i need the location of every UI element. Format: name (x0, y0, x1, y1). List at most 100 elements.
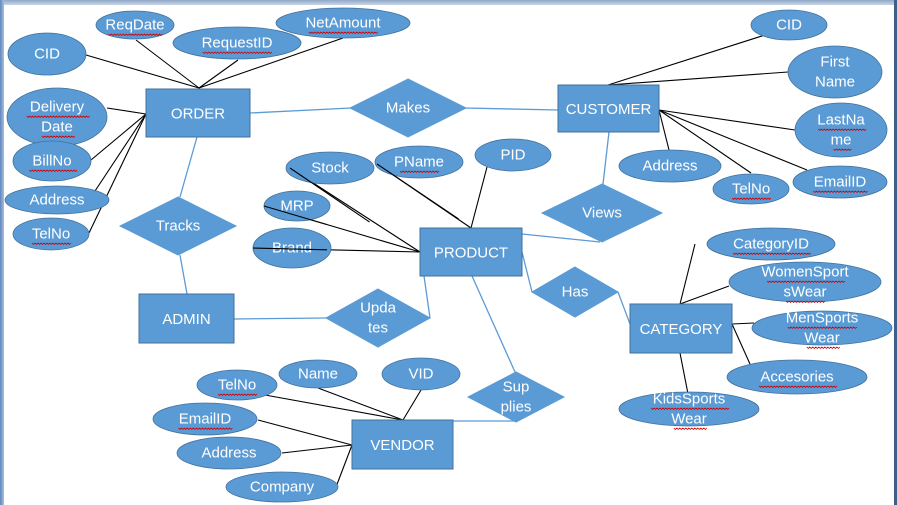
relationship-link-makes-1 (464, 107, 559, 111)
attribute-vendor-emailid[interactable]: EmailID (152, 402, 258, 436)
attribute-label-text: CID (776, 17, 802, 34)
attribute-link-vendor (281, 444, 353, 454)
attribute-label-text: Address (201, 445, 256, 462)
relationship-views[interactable]: Views (540, 183, 664, 243)
attribute-label-text: sWear (783, 284, 826, 301)
attribute-customer-address[interactable]: Address (618, 149, 722, 183)
attribute-label-text: PName (394, 154, 444, 171)
attribute-label-text: WomenSport (761, 264, 849, 281)
entity-label-text: ORDER (171, 106, 225, 123)
attribute-order-netamount[interactable]: NetAmount (275, 7, 411, 39)
attribute-vendor-address[interactable]: Address (176, 436, 282, 470)
relationship-link-views-0 (602, 131, 610, 185)
attribute-link-vendor (402, 389, 422, 421)
entity-label-text: CUSTOMER (566, 101, 652, 118)
relationship-supplies[interactable]: Sup plies (466, 371, 566, 423)
attribute-label-text: Brand (272, 240, 312, 257)
attribute-label-text: Wear (804, 330, 840, 347)
attribute-label-text: TelNo (732, 181, 770, 198)
attribute-label-text: Wear (671, 411, 707, 428)
relationship-link-supplies-0 (471, 275, 516, 373)
relationship-link-updates-0 (233, 317, 327, 320)
attribute-vendor-company[interactable]: Company (225, 471, 339, 503)
attribute-order-deliverydate[interactable]: Delivery Date (6, 87, 108, 147)
attribute-vendor-name[interactable]: Name (278, 359, 358, 389)
attribute-label-text: Accesories (760, 369, 833, 386)
attribute-link-order (198, 59, 239, 89)
spellcheck-underline (673, 427, 708, 430)
entity-label-text: ADMIN (162, 311, 210, 328)
attribute-customer-telno[interactable]: TelNo (712, 173, 790, 205)
entity-category[interactable]: CATEGORY (629, 303, 733, 354)
attribute-order-reqdate[interactable]: ReqDate (95, 10, 175, 40)
attribute-label-text: Date (41, 119, 73, 136)
relationship-label-text: Makes (386, 100, 430, 117)
relationship-label-text: Tracks (156, 218, 200, 235)
attribute-link-vendor (317, 387, 404, 421)
attribute-label-text: Company (250, 479, 315, 496)
attribute-link-vendor (257, 419, 353, 446)
attribute-label-text: me (831, 132, 852, 149)
spellcheck-underline (806, 346, 841, 349)
attribute-category-womensportswear[interactable]: WomenSport sWear (728, 261, 882, 303)
attribute-label-text: Stock (311, 160, 349, 177)
attribute-link-vendor (335, 444, 353, 488)
relationship-label-text: plies (501, 399, 532, 416)
attribute-label-text: RequestID (202, 35, 273, 52)
relationship-tracks[interactable]: Tracks (118, 196, 238, 256)
attribute-customer-firstname[interactable]: First Name (787, 45, 883, 99)
relationship-label-text: tes (368, 320, 388, 337)
attribute-label-text: PID (500, 147, 525, 164)
attribute-order-telno[interactable]: TelNo (12, 217, 90, 251)
attribute-order-cid[interactable]: CID (7, 32, 87, 76)
attribute-label-text: Name (815, 74, 855, 91)
attribute-ellipse (6, 87, 108, 147)
entity-order[interactable]: ORDER (145, 88, 251, 138)
entity-customer[interactable]: CUSTOMER (557, 84, 660, 133)
attribute-category-accesories[interactable]: Accesories (726, 359, 868, 395)
attribute-order-billno[interactable]: BillNo (12, 140, 92, 182)
attribute-product-stock[interactable]: Stock (285, 151, 375, 185)
attribute-label-text: TelNo (218, 377, 256, 394)
relationship-updates[interactable]: Upda tes (324, 288, 432, 348)
attribute-product-mrp[interactable]: MRP (263, 190, 331, 222)
attribute-label-text: Name (298, 366, 338, 383)
attribute-category-kidssportswear[interactable]: KidsSports Wear (618, 391, 760, 430)
attribute-customer-emailid[interactable]: EmailID (792, 165, 888, 199)
attribute-label-text: EmailID (179, 411, 232, 428)
attribute-order-requestid[interactable]: RequestID (172, 26, 302, 60)
entity-vendor[interactable]: VENDOR (351, 419, 454, 470)
attribute-order-address[interactable]: Address (4, 185, 110, 215)
attribute-label-text: CID (34, 46, 60, 63)
attribute-label-text: LastNa (817, 112, 865, 129)
attribute-product-pname[interactable]: PName (374, 145, 464, 179)
attribute-link-category (731, 323, 751, 365)
attribute-link-category (731, 322, 755, 325)
attribute-customer-cid[interactable]: CID (750, 9, 828, 41)
entity-admin[interactable]: ADMIN (138, 293, 235, 344)
attribute-label-text: KidsSports (653, 391, 726, 408)
relationship-label-text: Upda (360, 300, 397, 317)
attribute-label-text: NetAmount (305, 15, 381, 32)
attribute-link-order (106, 107, 147, 115)
attribute-label-text: First (820, 54, 850, 71)
attribute-customer-lastname[interactable]: LastNa me (794, 102, 888, 158)
attribute-category-categoryid[interactable]: CategoryID (706, 227, 836, 261)
entity-product[interactable]: PRODUCT (419, 227, 523, 277)
er-diagram-canvas: ORDER CUSTOMER PRODUCT ADMIN CATEGORY VENDOR M… (4, 7, 893, 503)
attribute-product-pid[interactable]: PID (474, 138, 552, 172)
relationship-makes[interactable]: Makes (348, 78, 468, 138)
attribute-vendor-vid[interactable]: VID (381, 357, 461, 391)
attribute-link-customer (658, 109, 796, 131)
relationship-diamond (324, 288, 432, 348)
attribute-label-text: Address (29, 192, 84, 209)
attribute-label-text: EmailID (814, 174, 867, 191)
relationship-label-text: Views (582, 205, 622, 222)
attribute-label-text: TelNo (32, 226, 70, 243)
attribute-label-text: VID (408, 366, 433, 383)
relationship-link-tracks-0 (179, 136, 198, 198)
attribute-category-mensportswear[interactable]: MenSports Wear (751, 310, 893, 349)
attribute-vendor-telno[interactable]: TelNo (196, 369, 278, 401)
relationship-has[interactable]: Has (531, 266, 619, 318)
attribute-link-order (85, 54, 200, 89)
